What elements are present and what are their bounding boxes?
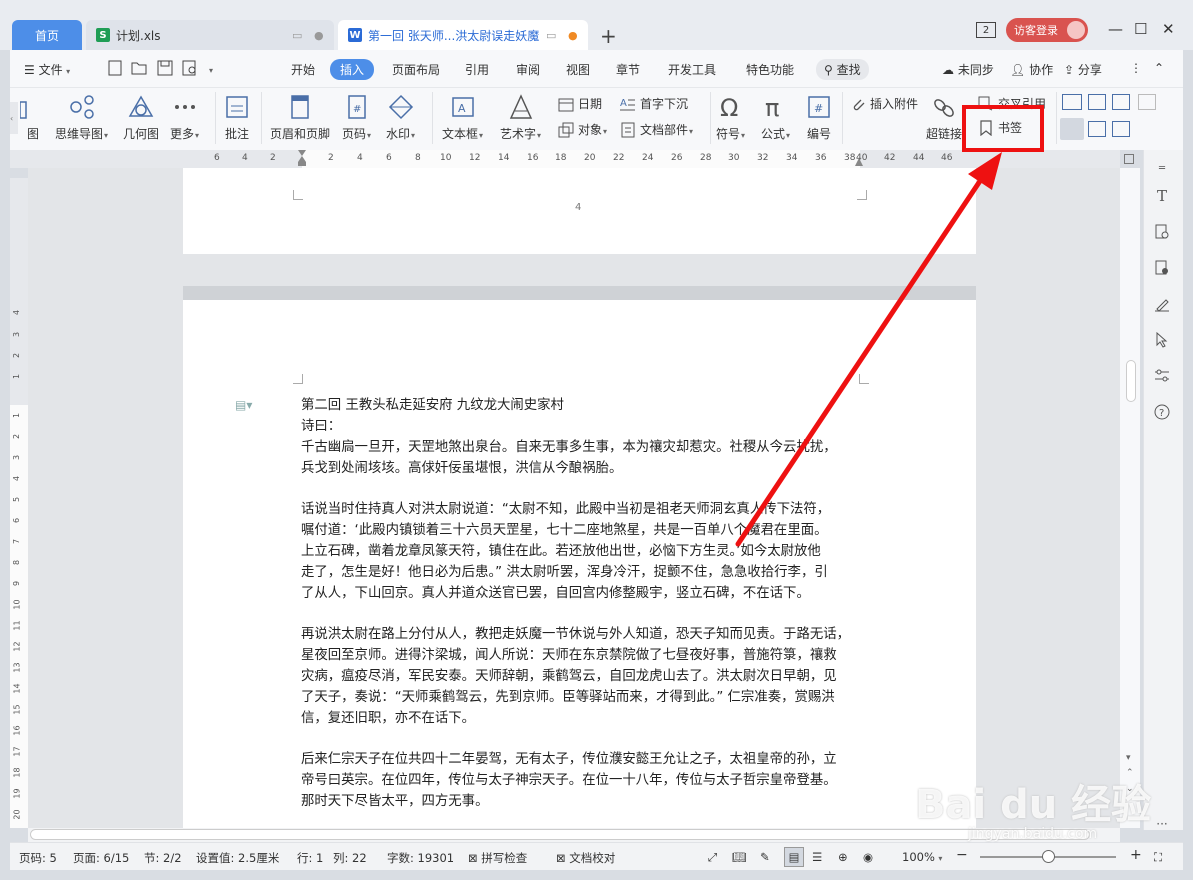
baidu-watermark: Bai du 经验 xyxy=(915,772,1151,830)
annotation-arrow-icon xyxy=(735,152,1002,547)
watermark-sub: jingyan.baidu.com xyxy=(968,826,1098,842)
baidu-watermark-url: jingyan.baidu.com xyxy=(968,826,1097,842)
watermark-main: Bai du 经验 xyxy=(915,782,1152,828)
